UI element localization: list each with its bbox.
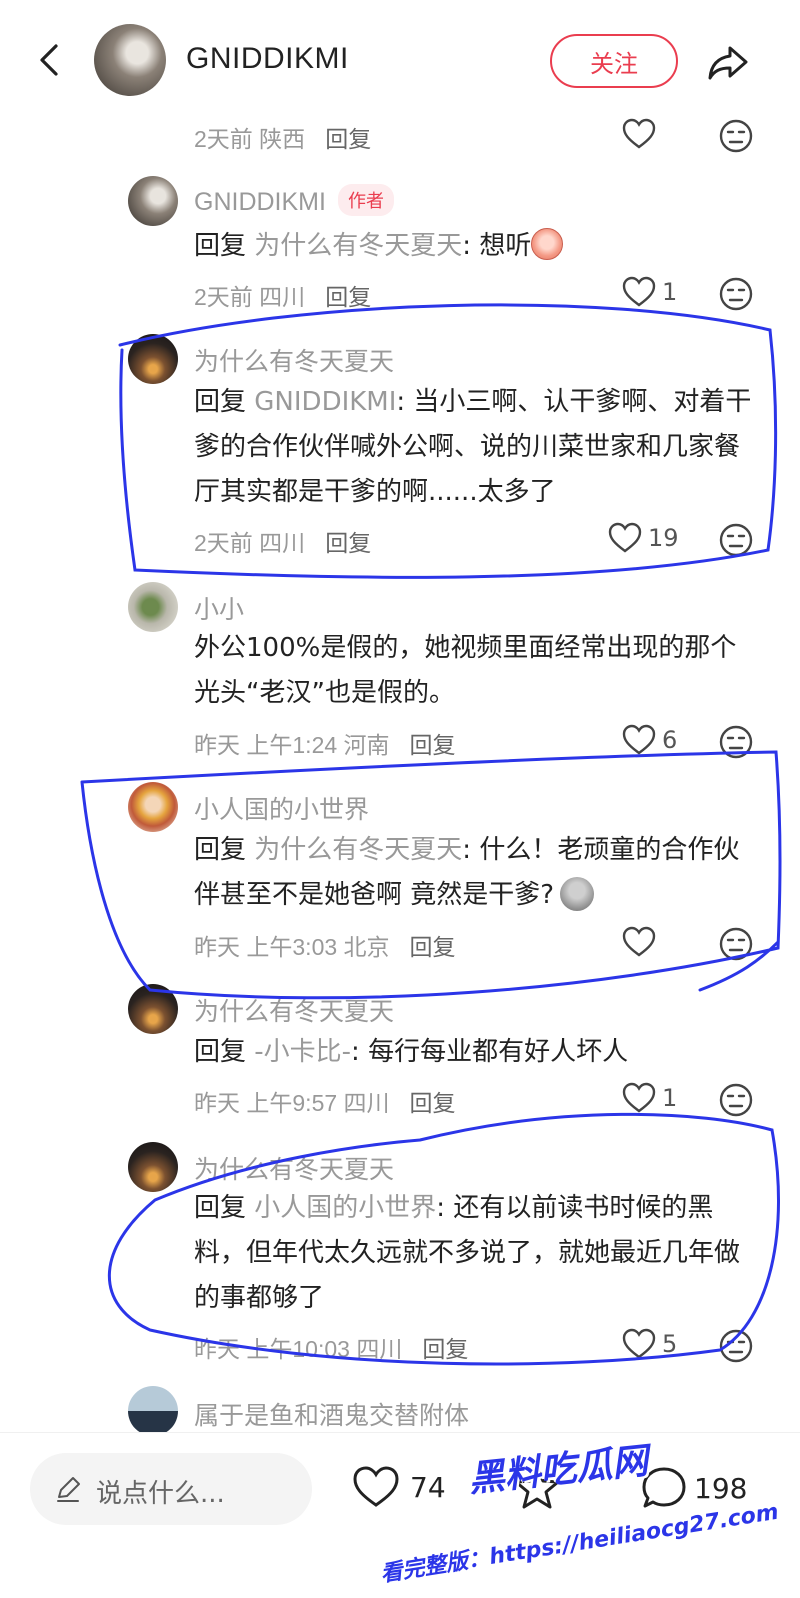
like-button[interactable]: 6 <box>622 724 677 756</box>
commenter-avatar[interactable] <box>128 1386 178 1436</box>
reply-mention[interactable]: -小卡比- <box>254 1037 351 1067</box>
author-avatar[interactable] <box>94 24 166 96</box>
heart-icon <box>622 276 656 307</box>
like-count: 6 <box>662 726 678 754</box>
comment-text: 回复 小人国的小世界: 还有以前读书时候的黑料，但年代太久远就不多说了，就她最近… <box>194 1193 741 1313</box>
like-count: 1 <box>662 278 678 306</box>
follow-button[interactable]: 关注 <box>550 34 678 88</box>
comment-meta: 昨天 上午1:24 河南 回复 <box>194 732 456 758</box>
dislike-icon[interactable] <box>718 118 754 154</box>
comment-text: 回复 GNIDDIKMI: 当小三啊、认干爹啊、对着干爹的合作伙伴喊外公啊、说的… <box>194 387 752 507</box>
like-count: 5 <box>662 1330 678 1358</box>
reply-mention[interactable]: GNIDDIKMI <box>254 387 396 417</box>
comment-input-placeholder: 说点什么... <box>96 1479 225 1509</box>
comment-text: 回复 -小卡比-: 每行每业都有好人坏人 <box>194 1037 629 1067</box>
dislike-icon[interactable] <box>718 522 754 558</box>
comment-meta: 2天前 陕西 回复 <box>194 120 371 154</box>
dislike-icon[interactable] <box>718 1328 754 1364</box>
reply-mention[interactable]: 小人国的小世界 <box>254 1193 436 1223</box>
like-button[interactable]: 1 <box>622 276 677 308</box>
comment-meta: 2天前 四川 回复 <box>194 284 372 310</box>
comment-meta: 昨天 上午10:03 四川 回复 <box>194 1336 469 1362</box>
comment-meta: 昨天 上午9:57 四川 回复 <box>194 1090 456 1116</box>
heart-icon <box>353 1466 399 1507</box>
commenter-avatar[interactable] <box>128 334 178 384</box>
reply-button[interactable]: 回复 <box>325 530 371 556</box>
commenter-name[interactable]: 为什么有冬天夏天 <box>194 342 394 378</box>
heart-icon <box>622 1082 656 1113</box>
heart-icon <box>622 926 656 957</box>
reply-button[interactable]: 回复 <box>410 934 456 960</box>
heart-icon <box>622 118 656 149</box>
peach-emoji-icon <box>531 228 564 260</box>
reply-button[interactable]: 回复 <box>325 284 371 310</box>
bottom-bar: 说点什么... 74 198 黑料吃瓜网 看完整版：https://heilia… <box>0 1432 800 1598</box>
dislike-icon[interactable] <box>718 276 754 312</box>
like-count: 19 <box>648 524 679 552</box>
author-name[interactable]: GNIDDIKMI <box>186 42 349 76</box>
comment-text: 回复 为什么有冬天夏天: 想听 <box>194 224 760 269</box>
comment-time-location: 2天前 陕西 <box>194 126 306 152</box>
reply-button[interactable]: 回复 <box>410 732 456 758</box>
like-button[interactable] <box>622 926 656 958</box>
comment-meta: 昨天 上午3:03 北京 回复 <box>194 934 456 960</box>
dislike-icon[interactable] <box>718 926 754 962</box>
like-button[interactable]: 1 <box>622 1082 677 1114</box>
dislike-icon[interactable] <box>718 724 754 760</box>
reply-mention[interactable]: 为什么有冬天夏天 <box>254 835 462 865</box>
commenter-avatar[interactable] <box>128 782 178 832</box>
like-button[interactable]: 19 <box>608 522 679 554</box>
like-count: 1 <box>662 1084 678 1112</box>
commenter-avatar[interactable] <box>128 1142 178 1192</box>
commenter-avatar[interactable] <box>128 582 178 632</box>
commenter-name[interactable]: 小小 <box>194 590 244 626</box>
like-button[interactable] <box>622 118 656 150</box>
blob-emoji-icon <box>560 877 595 911</box>
back-icon[interactable] <box>28 38 72 82</box>
reply-button[interactable]: 回复 <box>325 126 371 152</box>
comment-meta: 2天前 四川 回复 <box>194 530 372 556</box>
heart-icon <box>622 1328 656 1359</box>
comment-text: 外公100%是假的，她视频里面经常出现的那个光头“老汉”也是假的。 <box>194 633 737 708</box>
heart-icon <box>622 724 656 755</box>
comment-text: 回复 为什么有冬天夏天: 什么！老顽童的合作伙伴甚至不是她爸啊 竟然是干爹? <box>194 835 740 911</box>
like-button[interactable]: 5 <box>622 1328 677 1360</box>
commenter-name[interactable]: 属于是鱼和酒鬼交替附体 <box>194 1396 469 1432</box>
author-badge: 作者 <box>337 184 394 216</box>
commenter-name[interactable]: 为什么有冬天夏天 <box>194 1150 394 1186</box>
reply-button[interactable]: 回复 <box>422 1336 468 1362</box>
post-like-count: 74 <box>410 1470 446 1504</box>
commenter-name[interactable]: 小人国的小世界 <box>194 790 369 826</box>
share-icon[interactable] <box>704 38 752 86</box>
commenter-avatar[interactable] <box>128 984 178 1034</box>
reply-mention[interactable]: 为什么有冬天夏天 <box>254 231 462 261</box>
commenter-name[interactable]: GNIDDIKMI 作者 <box>194 184 394 217</box>
comment-input[interactable]: 说点什么... <box>30 1453 312 1525</box>
top-bar: GNIDDIKMI 关注 <box>0 0 800 110</box>
watermark-title: 黑料吃瓜网 <box>466 1440 651 1501</box>
pencil-icon <box>57 1477 80 1502</box>
reply-button[interactable]: 回复 <box>410 1090 456 1116</box>
commenter-avatar[interactable] <box>128 176 178 226</box>
post-like-button[interactable]: 74 <box>352 1465 446 1509</box>
commenter-name[interactable]: 为什么有冬天夏天 <box>194 992 394 1028</box>
heart-icon <box>608 522 642 553</box>
dislike-icon[interactable] <box>718 1082 754 1118</box>
